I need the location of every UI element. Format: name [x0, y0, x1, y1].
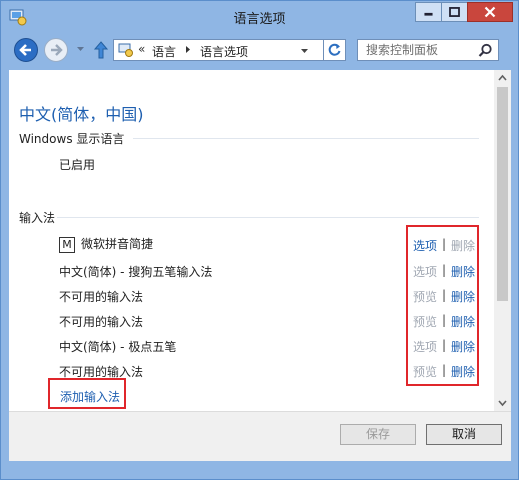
input-method-name: 中文(简体) - 搜狗五笔输入法 — [59, 265, 213, 279]
display-language-status: 已启用 — [59, 158, 96, 172]
address-history-chevron-icon[interactable] — [300, 48, 309, 54]
minimize-button[interactable] — [415, 2, 442, 22]
recent-pages-chevron-icon[interactable] — [76, 45, 85, 53]
up-arrow-icon[interactable] — [93, 40, 109, 60]
input-method-item: 不可用的输入法 — [59, 313, 143, 330]
cancel-button[interactable]: 取消 — [426, 424, 502, 445]
back-arrow-icon — [19, 44, 31, 56]
control-panel-icon — [118, 43, 133, 57]
search-input[interactable] — [358, 40, 484, 60]
search-box[interactable] — [357, 39, 499, 61]
input-method-item: 中文(简体) - 搜狗五笔输入法 — [59, 263, 212, 280]
navigation-bar: « 语言 语言选项 — [1, 33, 518, 69]
input-method-section-label: 输入法 — [19, 211, 56, 225]
window: 语言选项 « 语言 语言选项 搜索控制面板 中文(简体，中国) Windows … — [0, 0, 519, 480]
back-button[interactable] — [14, 38, 38, 62]
main-content: 中文(简体，中国) Windows 显示语言 已启用 输入法 M 微软拼音简捷 中… — [9, 70, 494, 411]
minimize-icon — [424, 12, 433, 16]
forward-arrow-icon — [51, 44, 63, 56]
maximize-button[interactable] — [441, 2, 468, 22]
section-divider — [133, 138, 479, 139]
dialog-footer: 保存 取消 — [9, 411, 511, 461]
address-overflow-chevron[interactable]: « — [138, 42, 145, 56]
input-method-name: 微软拼音简捷 — [81, 237, 154, 251]
input-method-name: 不可用的输入法 — [59, 365, 144, 379]
input-method-name: 不可用的输入法 — [59, 315, 144, 329]
maximize-icon — [449, 7, 460, 17]
refresh-button[interactable] — [323, 39, 346, 61]
scroll-thumb[interactable] — [497, 87, 508, 301]
refresh-icon — [328, 43, 341, 56]
vertical-scrollbar[interactable] — [494, 70, 511, 411]
highlight-box — [48, 378, 126, 409]
scroll-up-arrow-icon[interactable] — [494, 70, 511, 87]
section-divider — [57, 217, 479, 218]
input-method-name: 中文(简体) - 极点五笔 — [59, 340, 177, 354]
forward-button[interactable] — [44, 38, 68, 62]
close-button[interactable] — [467, 2, 513, 22]
input-method-name: 不可用的输入法 — [59, 290, 144, 304]
breadcrumb-separator-icon[interactable] — [185, 45, 191, 54]
language-heading: 中文(简体，中国) — [19, 105, 144, 124]
breadcrumb-item[interactable]: 语言选项 — [200, 43, 248, 60]
input-method-item: 不可用的输入法 — [59, 288, 143, 305]
display-language-section-label: Windows 显示语言 — [19, 132, 125, 146]
input-method-item: M 微软拼音简捷 — [59, 235, 153, 253]
input-method-item: 中文(简体) - 极点五笔 — [59, 338, 176, 355]
close-icon — [484, 6, 496, 18]
ime-m-icon: M — [59, 236, 75, 253]
save-button[interactable]: 保存 — [340, 424, 416, 445]
address-bar[interactable]: « 语言 语言选项 — [113, 39, 346, 61]
title-bar: 语言选项 — [1, 1, 518, 33]
search-icon[interactable] — [478, 43, 493, 58]
highlight-box — [406, 225, 479, 386]
breadcrumb-item[interactable]: 语言 — [152, 43, 176, 60]
scroll-down-arrow-icon[interactable] — [494, 394, 511, 411]
